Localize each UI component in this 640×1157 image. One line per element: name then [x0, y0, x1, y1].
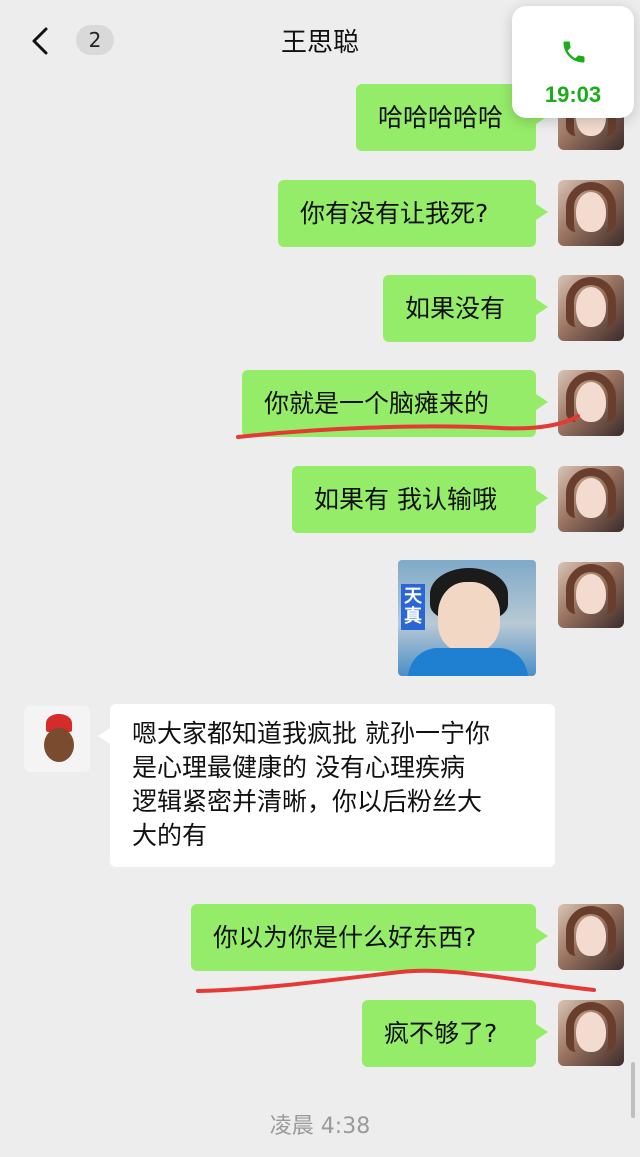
- message-line: 逻辑紧密并清晰，你以后粉丝大: [132, 787, 483, 816]
- voice-call-floating-window[interactable]: 19:03: [512, 6, 634, 118]
- avatar[interactable]: [558, 562, 624, 628]
- avatar-face: [576, 192, 606, 232]
- red-underline-mark: [196, 968, 596, 993]
- message-text: 你以为你是什么好东西?: [213, 923, 477, 952]
- message-text: 哈哈哈哈哈: [378, 103, 504, 132]
- message-bubble-outgoing[interactable]: 如果没有: [383, 275, 548, 342]
- message-bubble-outgoing[interactable]: 你以为你是什么好东西?: [191, 904, 548, 971]
- avatar[interactable]: [558, 466, 624, 532]
- avatar-face: [576, 574, 606, 614]
- avatar-face: [576, 287, 606, 327]
- avatar-face: [576, 478, 606, 518]
- message-timestamp: 凌晨 4:38: [269, 1114, 371, 1139]
- message-bubble-outgoing[interactable]: 疯不够了?: [362, 1000, 548, 1067]
- bear-icon: [44, 728, 74, 762]
- annotation-overlay: [196, 414, 596, 993]
- message-text: 你就是一个脑瘫来的: [264, 389, 490, 418]
- message-text: 你有没有让我死?: [300, 199, 489, 228]
- sticker-body: [408, 648, 528, 676]
- call-duration: 19:03: [544, 82, 602, 107]
- message-bubble-outgoing[interactable]: 你就是一个脑瘫来的: [242, 370, 548, 437]
- message-bubble-outgoing[interactable]: 哈哈哈哈哈: [356, 84, 548, 151]
- message-bubble-outgoing[interactable]: 你有没有让我死?: [278, 180, 548, 247]
- avatar-face: [576, 382, 606, 422]
- sticker-image[interactable]: 天真: [398, 560, 536, 676]
- message-bubble-outgoing[interactable]: 如果有 我认输哦: [292, 466, 548, 533]
- message-line: 是心理最健康的 没有心理疾病: [132, 753, 465, 782]
- scrollbar[interactable]: [631, 1062, 635, 1118]
- message-text: 如果有 我认输哦: [314, 485, 497, 514]
- message-line: 大的有: [132, 821, 208, 850]
- sticker-caption: 天真: [401, 584, 425, 630]
- phone-icon: [563, 41, 585, 63]
- message-text: 如果没有: [405, 294, 506, 323]
- message-bubble-incoming[interactable]: 嗯大家都知道我疯批 就孙一宁你 是心理最健康的 没有心理疾病 逻辑紧密并清晰，你…: [98, 704, 555, 867]
- avatar[interactable]: [558, 370, 624, 436]
- avatar-face: [576, 916, 606, 956]
- avatar[interactable]: [558, 904, 624, 970]
- avatar-face: [576, 1012, 606, 1052]
- avatar[interactable]: [558, 1000, 624, 1066]
- message-text: 疯不够了?: [384, 1019, 498, 1048]
- message-line: 嗯大家都知道我疯批 就孙一宁你: [132, 719, 490, 748]
- contact-avatar[interactable]: [24, 706, 90, 772]
- avatar[interactable]: [558, 180, 624, 246]
- sticker-face: [438, 582, 500, 652]
- avatar[interactable]: [558, 275, 624, 341]
